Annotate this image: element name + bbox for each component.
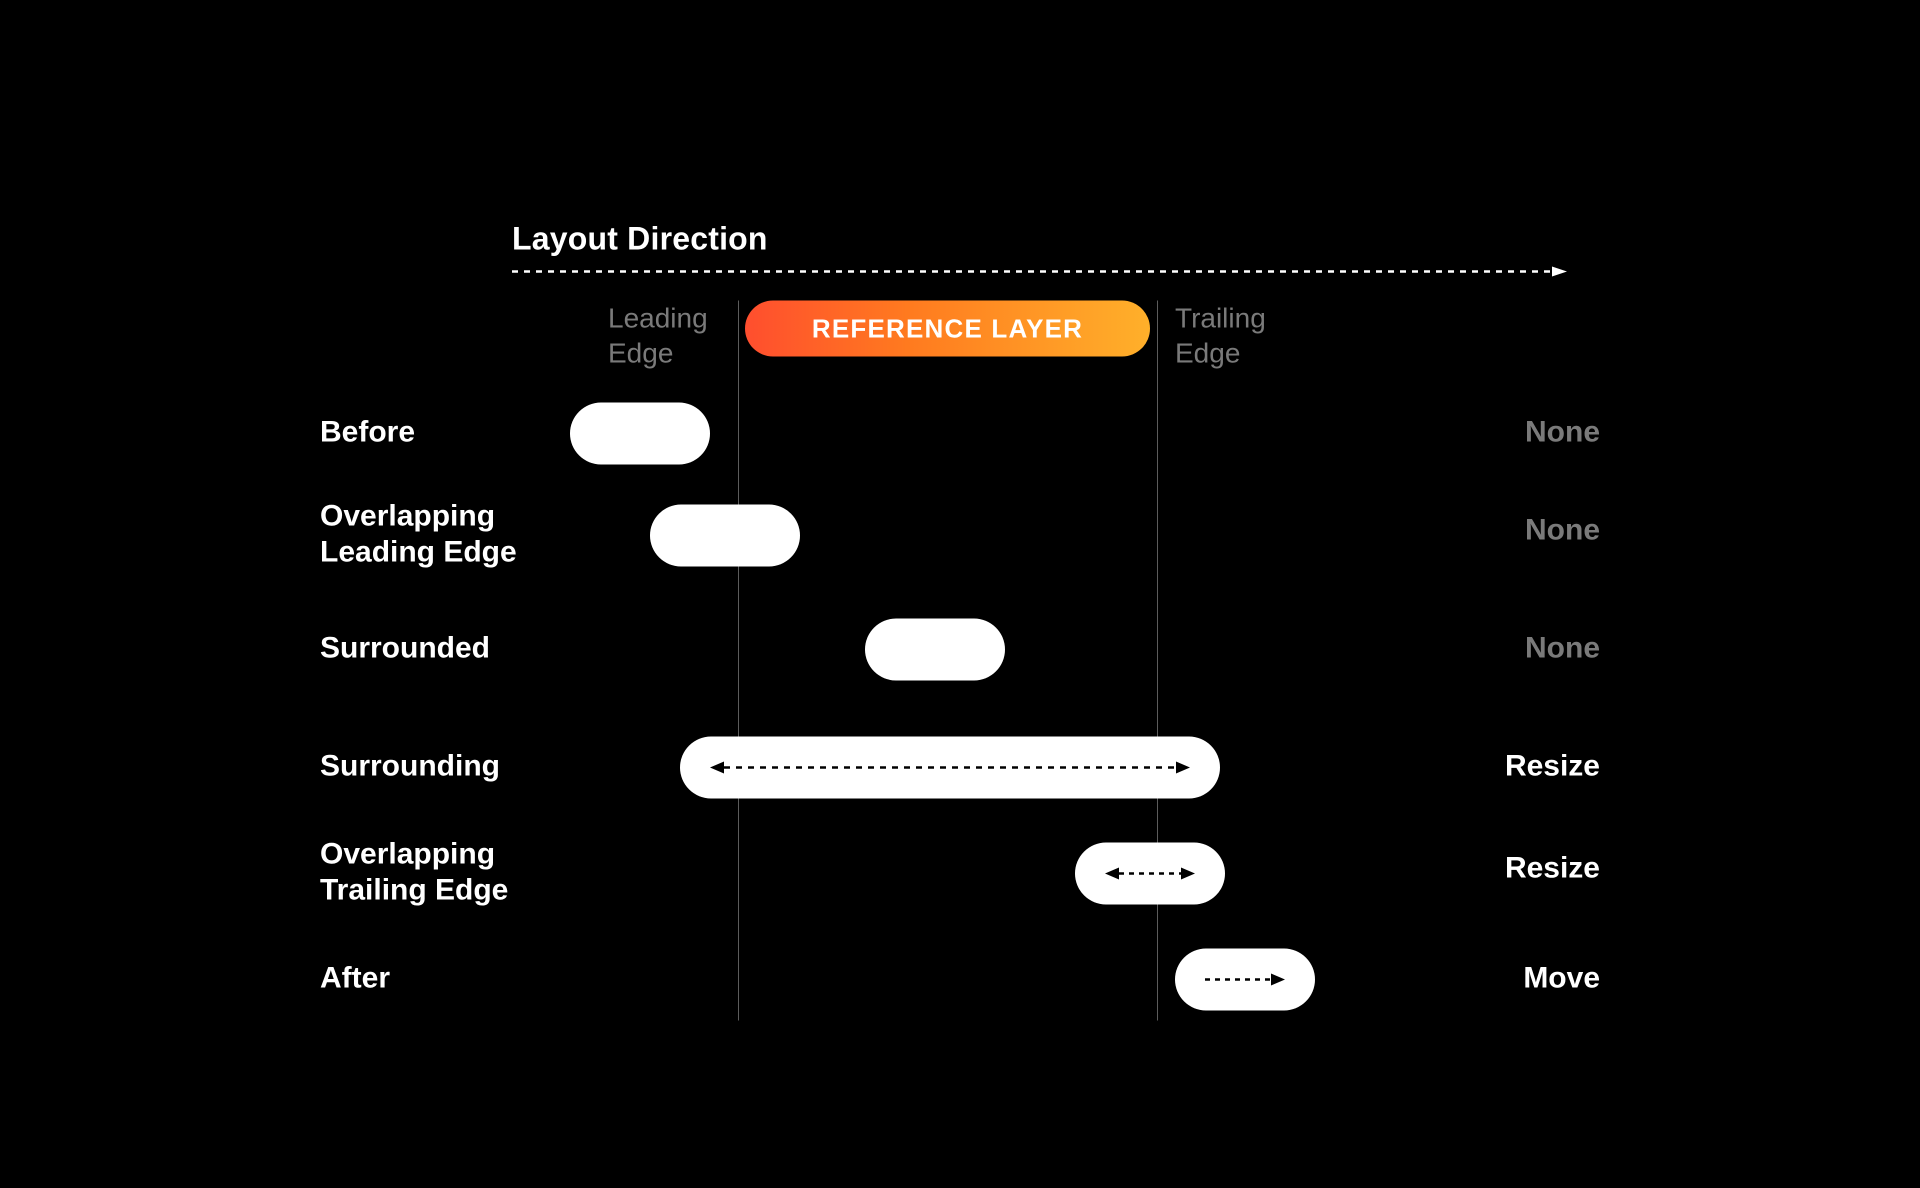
layer-pill-surrounded [865, 619, 1005, 681]
leading-edge-label-line2: Edge [608, 338, 673, 369]
row-label-after: After [320, 961, 580, 997]
double-arrow-icon [1105, 865, 1195, 883]
trailing-edge-label: Trailing Edge [1175, 301, 1305, 371]
layout-direction-title: Layout Direction [512, 221, 768, 258]
trailing-edge-guideline [1157, 301, 1158, 1021]
double-arrow-icon [710, 759, 1190, 777]
outcome-before: None [1525, 415, 1600, 451]
row-label-before: Before [320, 415, 580, 451]
reference-layer-label: REFERENCE LAYER [812, 313, 1083, 344]
row-label-overlapping-trailing-l2: Trailing Edge [320, 874, 508, 907]
reference-layer-pill: REFERENCE LAYER [745, 301, 1150, 357]
outcome-surrounded: None [1525, 631, 1600, 667]
leading-edge-label-line1: Leading [608, 303, 708, 334]
row-label-overlapping-leading: Overlapping Leading Edge [320, 499, 580, 571]
outcome-after: Move [1523, 961, 1600, 997]
layer-pill-overlapping-trailing [1075, 843, 1225, 905]
outcome-surrounding: Resize [1505, 749, 1600, 785]
trailing-edge-label-line1: Trailing [1175, 303, 1266, 334]
trailing-edge-label-line2: Edge [1175, 338, 1240, 369]
row-label-overlapping-leading-l1: Overlapping [320, 500, 495, 533]
row-label-overlapping-trailing-l1: Overlapping [320, 838, 495, 871]
row-label-overlapping-trailing: Overlapping Trailing Edge [320, 837, 580, 909]
layer-pill-surrounding [680, 737, 1220, 799]
row-label-overlapping-leading-l2: Leading Edge [320, 536, 517, 569]
layer-pill-overlapping-leading [650, 505, 800, 567]
outcome-overlapping-trailing: Resize [1505, 851, 1600, 887]
leading-edge-guideline [738, 301, 739, 1021]
layer-pill-after [1175, 949, 1315, 1011]
row-label-surrounding: Surrounding [320, 749, 580, 785]
outcome-overlapping-leading: None [1525, 513, 1600, 549]
row-label-surrounded: Surrounded [320, 631, 580, 667]
leading-edge-label: Leading Edge [608, 301, 738, 371]
layer-pill-before [570, 403, 710, 465]
right-arrow-icon [1205, 971, 1285, 989]
diagram-stage: Layout Direction Leading Edge Trailing E… [240, 149, 1680, 1040]
direction-arrow-icon [512, 267, 1567, 277]
